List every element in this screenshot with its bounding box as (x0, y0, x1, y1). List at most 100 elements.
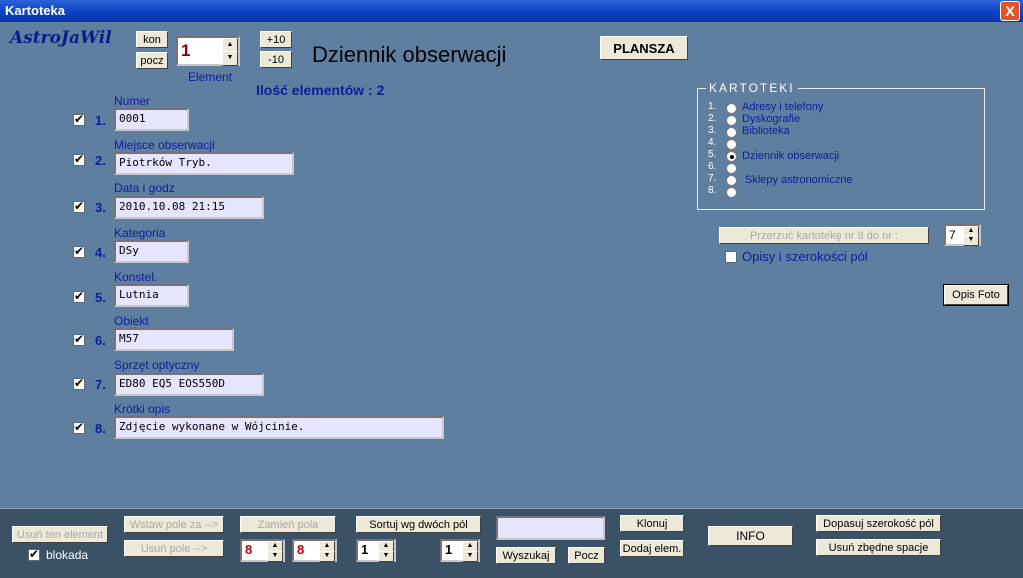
field-number-8: 8. (95, 421, 106, 436)
element-value: 1 (181, 41, 191, 60)
kartoteka-num-6: 6. (708, 161, 717, 172)
kon-button[interactable]: kon (136, 31, 168, 48)
title-bar: Kartoteka (0, 0, 1023, 22)
przerzuc-value: 7 (949, 228, 956, 242)
field-label-2: Miejsce obserwacji (114, 138, 215, 152)
wstaw-pole-button[interactable]: Wstaw pole za --> (124, 516, 224, 533)
field-number-2: 2. (95, 153, 106, 168)
field-input-4[interactable]: DSy (114, 240, 189, 263)
field-checkbox-8[interactable] (73, 420, 85, 434)
field-input-8[interactable]: Zdjęcie wykonane w Wójcinie. (114, 416, 444, 439)
field-checkbox-2[interactable] (73, 152, 85, 166)
kartoteka-radio-4[interactable] (726, 139, 737, 150)
field-checkbox-4[interactable] (73, 244, 85, 258)
opisy-checkbox[interactable] (725, 251, 737, 263)
blokada-checkbox[interactable]: ✔ (28, 547, 40, 561)
blokada-label: blokada (46, 548, 89, 562)
field-input-6[interactable]: M57 (114, 328, 234, 351)
sort-b-spinner[interactable]: 1 ▲ ▼ (440, 539, 480, 562)
field-b-value: 8 (297, 542, 305, 557)
spin-down-icon[interactable]: ▼ (267, 551, 283, 562)
spin-down-icon[interactable]: ▼ (319, 551, 335, 562)
field-checkbox-3[interactable] (73, 199, 85, 213)
field-label-6: Obiekt (114, 314, 149, 328)
field-number-4: 4. (95, 245, 106, 260)
kartoteka-num-3: 3. (708, 125, 717, 136)
app-logo: AstroJaWil (10, 28, 112, 48)
wyszukaj-button[interactable]: Wyszukaj (496, 547, 556, 564)
page-title: Dziennik obserwacji (312, 42, 507, 67)
field-label-3: Data i godz (114, 181, 175, 195)
usun-pole-button[interactable]: Usuń pole --> (124, 540, 224, 557)
field-label-7: Sprzęt optyczny (114, 358, 200, 372)
field-label-8: Krótki opis (114, 402, 171, 416)
klonuj-button[interactable]: Klonuj (620, 515, 684, 532)
spin-down-icon[interactable]: ▼ (963, 235, 979, 246)
field-number-3: 3. (95, 200, 106, 215)
kartoteka-num-4: 4. (708, 137, 717, 148)
field-number-6: 6. (95, 333, 106, 348)
usun-element-button[interactable]: Usuń ten element (12, 526, 108, 543)
field-input-1[interactable]: 0001 (114, 108, 189, 131)
field-label-1: Numer (114, 94, 151, 108)
kartoteka-label-5: Dziennik obserwacji (742, 150, 840, 162)
field-number-1: 1. (95, 113, 106, 128)
przerzuc-spinner[interactable]: 7 ▲ ▼ (944, 224, 981, 246)
kartoteka-num-5: 5. (708, 149, 717, 160)
search-pocz-button[interactable]: Pocz (568, 547, 605, 564)
element-spinner[interactable]: 1 ▲ ▼ (176, 36, 240, 66)
kartoteka-radio-8[interactable] (726, 187, 737, 198)
field-checkbox-1[interactable] (73, 112, 85, 126)
plus10-button[interactable]: +10 (260, 31, 292, 48)
kartoteki-title: KARTOTEKI (706, 81, 798, 95)
sort-a-spinner[interactable]: 1 ▲ ▼ (356, 539, 396, 562)
element-label: Element (188, 70, 233, 84)
kartoteka-label-7: Sklepy astronomiczne (745, 174, 853, 186)
kartoteka-radio-6[interactable] (726, 163, 737, 174)
sortuj-button[interactable]: Sortuj wg dwóch pól (356, 516, 481, 533)
minus10-button[interactable]: -10 (260, 51, 292, 68)
kartoteka-radio-2[interactable] (726, 115, 737, 126)
kartoteka-radio-5[interactable] (726, 151, 737, 162)
field-checkbox-5[interactable] (73, 289, 85, 303)
field-label-5: Konstel. (114, 270, 158, 284)
plansza-button[interactable]: PLANSZA (600, 36, 688, 60)
kartoteka-radio-3[interactable] (726, 127, 737, 138)
spin-down-icon[interactable]: ▼ (462, 551, 478, 562)
zamien-pola-button[interactable]: Zamień pola (240, 516, 336, 533)
field-label-4: Kategoria (114, 226, 166, 240)
sort-b-value: 1 (445, 542, 453, 557)
spin-down-icon[interactable]: ▼ (222, 51, 238, 66)
field-input-2[interactable]: Piotrków Tryb. (114, 152, 294, 175)
spin-down-icon[interactable]: ▼ (378, 551, 394, 562)
dodaj-elem-button[interactable]: Dodaj elem. (620, 540, 684, 557)
usun-spacje-button[interactable]: Usuń zbędne spacje (816, 539, 941, 556)
opis-foto-button[interactable]: Opis Foto (943, 284, 1009, 306)
pocz-button[interactable]: pocz (136, 52, 168, 69)
field-number-7: 7. (95, 377, 106, 392)
kartoteka-num-1: 1. (708, 101, 717, 112)
field-input-7[interactable]: ED80 EQ5 EOS550D (114, 373, 264, 396)
field-input-5[interactable]: Lutnia (114, 284, 189, 307)
field-checkbox-6[interactable] (73, 332, 85, 346)
search-input[interactable] (496, 516, 605, 540)
kartoteka-label-2: Dyskografie (742, 113, 801, 125)
kartoteka-num-7: 7. (708, 173, 717, 184)
close-button[interactable]: X (1000, 1, 1020, 21)
field-checkbox-7[interactable] (73, 376, 85, 390)
sort-a-value: 1 (361, 542, 369, 557)
kartoteka-num-2: 2. (708, 113, 717, 124)
kartoteka-label-1: Adresy i telefony (742, 101, 824, 113)
check-icon: ✔ (29, 547, 40, 561)
kartoteka-radio-1[interactable] (726, 103, 737, 114)
kartoteka-radio-7[interactable] (726, 175, 737, 186)
opisy-label: Opisy i szerokości pól (742, 249, 868, 264)
field-number-5: 5. (95, 290, 106, 305)
dopasuj-button[interactable]: Dopasuj szerokość pól (816, 515, 941, 532)
przerzuc-button[interactable]: Przerzuć kartotekę nr 8 do nr : (719, 227, 929, 244)
field-a-spinner[interactable]: 8 ▲ ▼ (240, 539, 285, 562)
window-title: Kartoteka (5, 3, 65, 18)
info-button[interactable]: INFO (708, 526, 793, 546)
field-input-3[interactable]: 2010.10.08 21:15 (114, 196, 264, 219)
field-b-spinner[interactable]: 8 ▲ ▼ (292, 539, 337, 562)
